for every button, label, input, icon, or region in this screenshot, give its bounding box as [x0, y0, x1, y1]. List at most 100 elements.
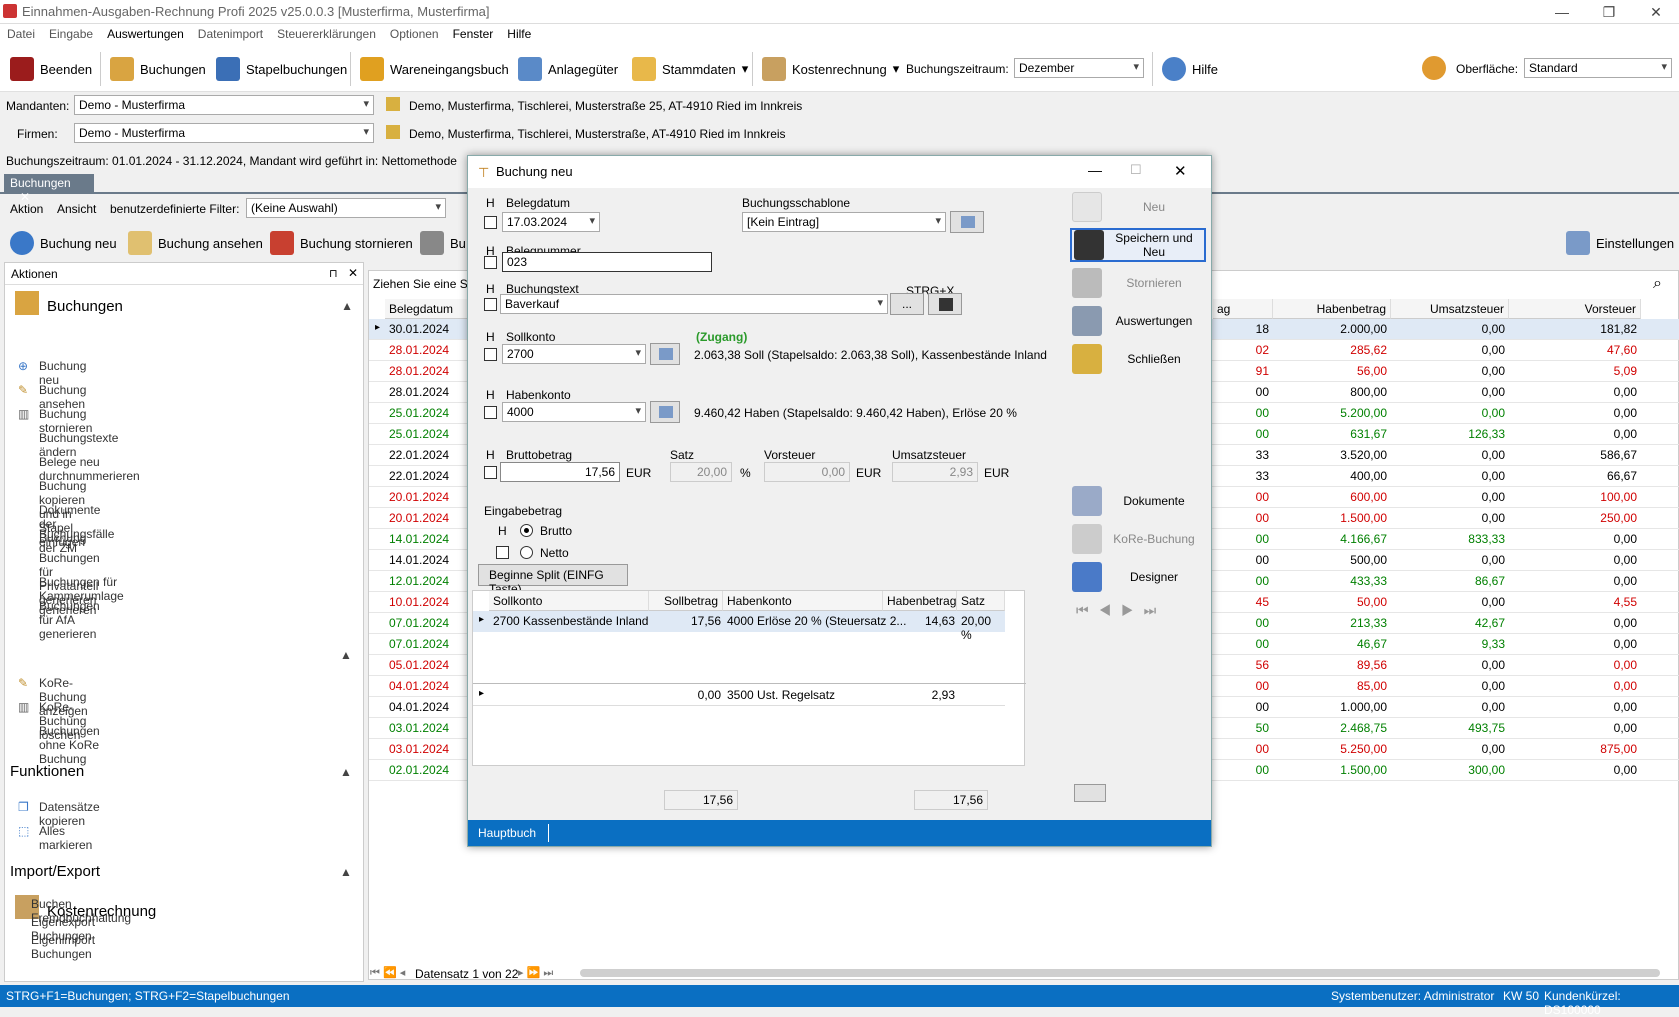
section-buchungen[interactable]: Buchungen [47, 298, 123, 315]
buchungstext-input[interactable]: Baverkauf [500, 294, 888, 314]
buchung-ansehen-button[interactable]: Buchung ansehen [128, 228, 263, 258]
buchung-neu-button[interactable]: Buchung neu [10, 228, 117, 258]
habenkonto-button[interactable] [650, 401, 680, 423]
dialog-footer: Hauptbuch [468, 820, 1211, 846]
edit-icon[interactable] [386, 97, 400, 111]
action-item[interactable]: Buchungen ohne KoRe Buchung [39, 724, 100, 766]
document-edit-icon [128, 231, 152, 255]
split-row[interactable]: ▸ 2700 Kassenbestände Inland 17,56 4000 … [473, 611, 1005, 642]
anlagegueter-button[interactable]: Anlagegüter [518, 54, 618, 84]
search-icon[interactable]: ⌕ [1653, 275, 1662, 293]
kostenrechnung-button[interactable]: Kostenrechnung ▾ [762, 54, 899, 84]
schliessen-button[interactable]: Schließen [1070, 342, 1206, 376]
menu-steuererklaerungen[interactable]: Steuererklärungen [270, 24, 383, 44]
speichern-und-neu-button[interactable]: Speichern und Neu [1070, 228, 1206, 262]
save-text-button[interactable] [928, 293, 962, 315]
buchung-stornieren-button[interactable]: Buchung stornieren [270, 228, 413, 258]
calculator-icon [659, 406, 673, 418]
col-habenbetrag[interactable]: Habenbetrag [1273, 299, 1391, 319]
stapelbuchungen-button[interactable]: Stapelbuchungen [216, 54, 347, 84]
status-kunde: Kundenkürzel: DS100000 [1544, 989, 1621, 1017]
split-col-habenkonto[interactable]: Habenkonto [723, 591, 883, 611]
buchungen-button[interactable]: Buchungen [110, 54, 206, 84]
menu-optionen[interactable]: Optionen [383, 24, 446, 44]
firma-select[interactable]: Demo - Musterfirma [74, 123, 374, 143]
beenden-button[interactable]: Beenden [10, 54, 92, 84]
action-item[interactable]: Eigenimport Buchungen [31, 933, 95, 961]
brutto-hold-checkbox[interactable] [484, 466, 497, 479]
belegnummer-input[interactable]: 023 [502, 252, 712, 272]
action-item[interactable]: Buchungen für AfA generieren [39, 599, 100, 641]
auswertungen-button[interactable]: Auswertungen [1070, 304, 1206, 338]
record-nav-icons[interactable]: ⏮◀▶⏭ [1076, 602, 1166, 619]
hauptbuch-tab[interactable]: Hauptbuch [478, 826, 536, 840]
wareneingangsbuch-button[interactable]: Wareneingangsbuch [360, 54, 509, 84]
close-icon[interactable]: ✕ [348, 266, 358, 280]
menu-hilfe[interactable]: Hilfe [500, 24, 538, 44]
split-col-sollbetrag[interactable]: Sollbetrag [649, 591, 723, 611]
sollkonto-hold-checkbox[interactable] [484, 348, 497, 361]
oberflaeche-select[interactable]: Standard [1524, 58, 1672, 78]
filter-select[interactable]: (Keine Auswahl) [246, 198, 446, 218]
eingabe-hold-checkbox[interactable] [496, 546, 509, 559]
minimize-icon[interactable]: — [1088, 162, 1102, 178]
split-button[interactable]: Beginne Split (EINFG Taste) [478, 564, 628, 596]
netto-radio[interactable] [520, 546, 533, 559]
edit-icon[interactable] [386, 125, 400, 139]
designer-button[interactable]: Designer [1070, 560, 1206, 594]
sollkonto-button[interactable] [650, 343, 680, 365]
col-vorsteuer[interactable]: Vorsteuer [1509, 299, 1641, 319]
schablone-select[interactable]: [Kein Eintrag] [742, 212, 946, 232]
hilfe-button[interactable]: Hilfe [1162, 54, 1218, 84]
menu-fenster[interactable]: Fenster [446, 24, 501, 44]
dokumente-button[interactable]: Dokumente [1070, 484, 1206, 518]
menu-datenimport[interactable]: Datenimport [191, 24, 270, 44]
einstellungen-button[interactable]: Einstellungen [1566, 228, 1674, 258]
stammdaten-button[interactable]: Stammdaten ▾ [632, 54, 748, 84]
close-icon[interactable]: ✕ [1641, 2, 1671, 22]
schablone-button[interactable] [950, 211, 984, 233]
cell-h: 46,67 [1356, 637, 1387, 651]
habenkonto-info: 9.460,42 Haben (Stapelsaldo: 9.460,42 Ha… [694, 406, 1017, 420]
section-import-export[interactable]: Import/Export [10, 863, 100, 880]
section-funktionen[interactable]: Funktionen [10, 763, 84, 780]
bu-button[interactable]: Bu [420, 228, 466, 258]
menu-ansicht[interactable]: Ansicht [57, 202, 96, 216]
mandant-select[interactable]: Demo - Musterfirma [74, 95, 374, 115]
horizontal-scrollbar[interactable] [580, 969, 1660, 977]
pager-nav-icons[interactable]: ⏮ ⏪ ◂ [370, 966, 405, 980]
split-col-satz[interactable]: Satz [957, 591, 1005, 611]
brutto-radio[interactable] [520, 524, 533, 537]
sollkonto-select[interactable]: 2700 [502, 344, 646, 364]
split-col-habenbetrag[interactable]: Habenbetrag [883, 591, 957, 611]
habenkonto-select[interactable]: 4000 [502, 402, 646, 422]
restore-icon[interactable]: ❐ [1594, 2, 1624, 22]
belegnummer-hold-checkbox[interactable] [484, 256, 497, 269]
pin-icon[interactable]: ⊓ [329, 267, 338, 280]
chevron-up-icon[interactable]: ▲ [341, 299, 353, 313]
tab-buchungen[interactable]: Buchungen ✕ [4, 174, 94, 204]
col-tag[interactable]: ag [1213, 299, 1273, 319]
menu-auswertungen[interactable]: Auswertungen [100, 24, 191, 44]
close-icon[interactable]: ✕ [1174, 162, 1187, 180]
small-settings-button[interactable] [1074, 784, 1106, 802]
pager-nav-icons[interactable]: ▸ ⏩ ⏭ [518, 966, 553, 980]
split-row[interactable]: ▸ 0,00 3500 Ust. Regelsatz 2,93 [473, 685, 1005, 706]
habenkonto-hold-checkbox[interactable] [484, 406, 497, 419]
menu-eingabe[interactable]: Eingabe [42, 24, 100, 44]
menu-datei[interactable]: Datei [0, 24, 42, 44]
menu-aktion[interactable]: Aktion [10, 202, 43, 216]
buchungstext-hold-checkbox[interactable] [484, 298, 497, 311]
minimize-icon[interactable]: — [1547, 2, 1577, 22]
text-lookup-button[interactable]: ... [890, 293, 924, 315]
belegdatum-input[interactable]: 17.03.2024 [502, 212, 600, 232]
col-umsatzsteuer[interactable]: Umsatzsteuer [1391, 299, 1509, 319]
zeitraum-select[interactable]: Dezember [1014, 58, 1144, 78]
trash-icon: ▥ [18, 407, 30, 421]
action-item[interactable]: Alles markieren [39, 824, 92, 852]
box-icon [360, 57, 384, 81]
status-shortcuts: STRG+F1=Buchungen; STRG+F2=Stapelbuchung… [6, 989, 290, 1003]
belegdatum-hold-checkbox[interactable] [484, 216, 497, 229]
brutto-input[interactable]: 17,56 [500, 462, 620, 482]
split-col-sollkonto[interactable]: Sollkonto [489, 591, 649, 611]
